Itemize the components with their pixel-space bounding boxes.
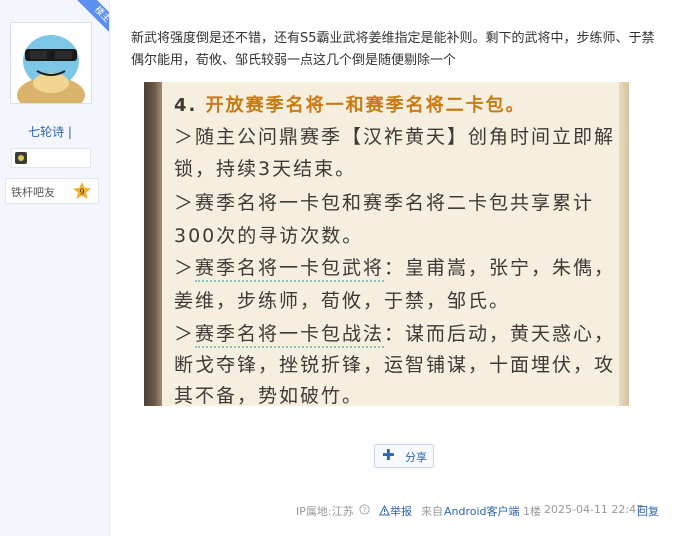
ip-location: IP属地:江苏 [296,505,354,518]
floor-number: 1楼 [523,505,541,518]
image-line-5-prefix: ＞ [174,257,196,279]
source-client-link[interactable]: Android客户端 [444,503,520,519]
image-line-5-dotted: 赛季名将一卡包武将 [195,257,385,282]
level-star-icon: 9 [73,182,91,199]
svg-text:?: ? [363,506,367,514]
post-content-area: 新武将强度倒是还不错，还有S5霸业武将姜维指定是能补则。剩下的武将中，步练师、于… [109,0,679,536]
image-line-7: ＞赛季名将一卡包战法：谋而后动，黄天惑心， [174,319,613,348]
op-badge: 楼主 [75,0,109,42]
post-body-text: 新武将强度倒是还不错，还有S5霸业武将姜维指定是能补则。剩下的武将中，步练师、于… [131,31,655,68]
member-badge-icon[interactable] [15,152,27,164]
image-right-border [619,82,629,406]
username-separator: | [64,125,72,139]
image-line-7-prefix: ＞ [174,323,196,345]
share-label: 分享 [405,451,427,464]
post-image[interactable]: 4. 开放赛季名将一和赛季名将二卡包。 ＞随主公问鼎赛季【汉祚黄天】创角时间立即… [144,82,629,406]
image-line-3: ＞赛季名将一卡包和赛季名将二卡包共享累计 [174,192,595,214]
level-title: 铁杆吧友 [11,186,55,199]
ip-info-icon[interactable]: ? [359,503,370,517]
warning-icon [378,504,391,516]
image-line-5-suffix: ：皇甫嵩，张宁，朱儁， [384,257,616,279]
image-line-7-suffix: ：谋而后动，黄天惑心， [384,323,616,345]
report-label: 举报 [390,505,412,518]
forum-level[interactable]: 铁杆吧友 9 [5,178,99,204]
image-line-7-dotted: 赛季名将一卡包战法 [195,323,385,348]
author-sidebar: 楼主 七轮诗 | 铁杆吧友 9 [0,0,110,536]
image-line-1: ＞随主公问鼎赛季【汉祚黄天】创角时间立即解 [174,126,616,148]
username-link[interactable]: 七轮诗 [28,125,64,139]
image-line-2: 锁，持续3天结束。 [174,158,357,180]
image-line-5: ＞赛季名将一卡包武将：皇甫嵩，张宁，朱儁， [174,253,613,282]
level-number: 9 [79,188,84,197]
reply-link[interactable]: 回复 [637,503,659,519]
image-heading-text: 开放赛季名将一和赛季名将二卡包。 [205,95,526,116]
image-line-8: 断戈夺锋，挫锐折锋，运智铺谋，十面埋伏，攻 [174,354,616,376]
image-line-6: 姜维，步练师，荀攸，于禁，邹氏。 [174,290,511,312]
post-datetime: 2025-04-11 22:47 [544,503,644,516]
share-button[interactable]: ✚ 分享 [374,444,434,468]
image-left-border [144,82,162,406]
share-icon: ✚ [382,446,395,464]
image-line-9: 其不备，势如破竹。 [174,385,364,406]
username[interactable]: 七轮诗 | [0,123,100,140]
op-corner-ribbon: 楼主 [64,0,109,45]
image-heading: 4. 开放赛季名将一和赛季名将二卡包。 [174,91,611,117]
image-line-4: 300次的寻访次数。 [174,225,364,247]
source-prefix: 来自 [421,505,443,518]
report-link[interactable]: 举报 [378,503,412,519]
image-heading-number: 4. [174,95,198,116]
member-badge-row [11,148,91,168]
